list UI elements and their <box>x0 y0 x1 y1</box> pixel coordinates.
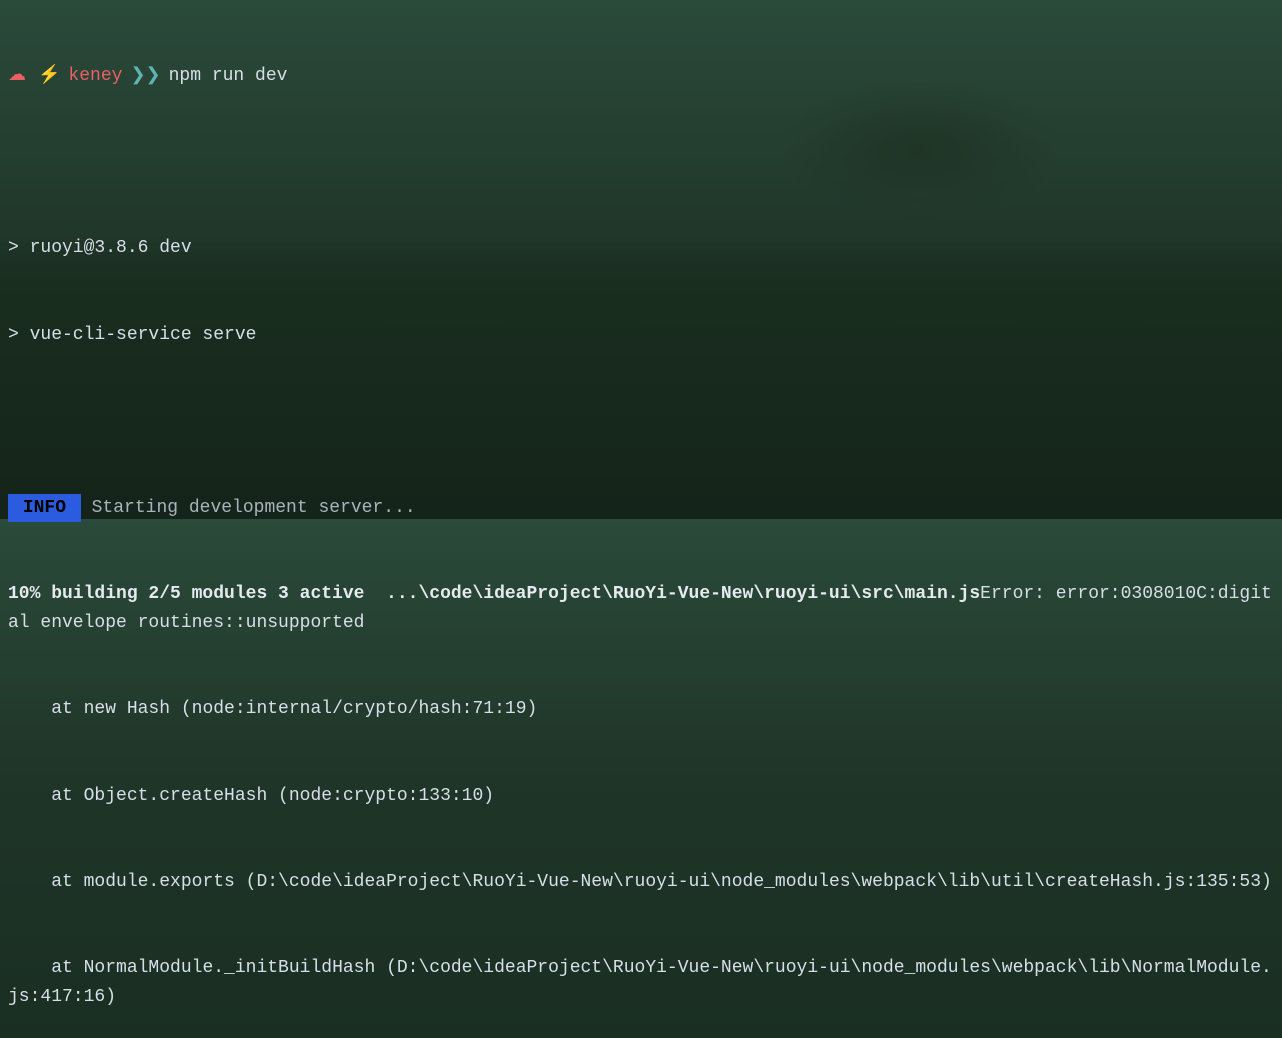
terminal-output[interactable]: ☁ ⚡ keney ❯❯ npm run dev > ruoyi@3.8.6 d… <box>8 4 1274 1038</box>
stack-trace-1: at new Hash (node:internal/crypto/hash:7… <box>8 695 1274 724</box>
blank-line <box>8 407 1274 436</box>
output-line-1: > ruoyi@3.8.6 dev <box>8 234 1274 263</box>
prompt-command: npm run dev <box>169 62 288 91</box>
blank-line <box>8 148 1274 177</box>
output-line-2: > vue-cli-service serve <box>8 321 1274 350</box>
prompt-line: ☁ ⚡ keney ❯❯ npm run dev <box>8 62 1274 91</box>
building-error-line: 10% building 2/5 modules 3 active ...\co… <box>8 580 1274 638</box>
stack-trace-2: at Object.createHash (node:crypto:133:10… <box>8 782 1274 811</box>
info-badge: INFO <box>8 494 81 523</box>
stack-trace-3: at module.exports (D:\code\ideaProject\R… <box>8 868 1274 897</box>
cloud-icon: ☁ <box>8 62 26 91</box>
building-progress: 10% building 2/5 modules 3 active ...\co… <box>8 584 980 604</box>
prompt-user: keney <box>68 62 122 91</box>
stack-trace-4: at NormalModule._initBuildHash (D:\code\… <box>8 954 1274 1012</box>
prompt-arrow-icon: ❯❯ <box>130 62 160 91</box>
info-text: Starting development server... <box>81 498 416 518</box>
info-line: INFO Starting development server... <box>8 494 1274 523</box>
lightning-icon: ⚡ <box>38 62 60 91</box>
